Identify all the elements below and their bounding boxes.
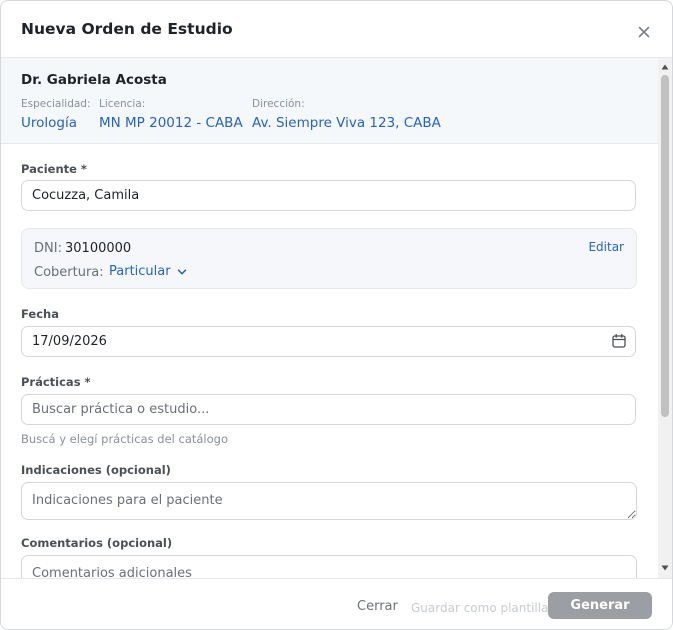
edit-patient-link[interactable]: Editar [588,240,624,254]
generate-order-button[interactable]: Generar orden [548,592,652,629]
indications-label: Indicaciones (opcional) [21,463,171,477]
address-value: Av. Siempre Viva 123, CABA [252,115,441,131]
doctor-card: Dr. Gabriela Acosta Especialidad: Urolog… [1,58,658,144]
dialog-body: Dr. Gabriela Acosta Especialidad: Urolog… [1,58,658,578]
dni-value: 30100000 [65,241,132,256]
scrollbar[interactable] [658,58,672,578]
coverage-value: Particular [109,264,171,279]
close-icon [638,26,650,38]
practices-search-input[interactable] [21,394,636,425]
doctor-name: Dr. Gabriela Acosta [21,72,167,88]
close-button[interactable] [635,23,653,41]
patient-info-card: DNI: 30100000 Editar Cobertura: Particul… [21,228,637,289]
dialog-title: Nueva Orden de Estudio [21,20,233,38]
dialog-header: Nueva Orden de Estudio [1,1,672,58]
specialty-value: Urología [21,115,77,131]
scroll-up-icon[interactable] [661,63,669,71]
calendar-icon [612,333,626,348]
patient-label: Paciente * [21,162,87,176]
coverage-label: Cobertura: [34,265,104,280]
date-input[interactable] [21,326,636,357]
indications-textarea[interactable] [21,482,637,520]
chevron-down-icon [177,268,186,274]
save-template-button[interactable]: Guardar como plantilla [411,601,548,615]
new-study-order-dialog: Nueva Orden de Estudio Dr. Gabriela Acos… [0,0,673,630]
comments-label: Comentarios (opcional) [21,536,173,550]
comments-textarea[interactable] [21,555,637,578]
scroll-thumb[interactable] [661,75,669,417]
license-label: Licencia: [99,98,146,110]
license-value: MN MP 20012 - CABA [99,115,243,131]
patient-input[interactable] [21,180,636,211]
scroll-down-icon[interactable] [661,564,669,572]
date-picker-button[interactable] [611,333,627,349]
coverage-select[interactable]: Particular [109,264,187,279]
date-label: Fecha [21,307,59,321]
dialog-footer: Cerrar Guardar como plantilla Generar or… [1,578,672,629]
cancel-button[interactable]: Cerrar [357,599,398,614]
address-label: Dirección: [252,98,305,110]
practices-helper-text: Buscá y elegí prácticas del catálogo [21,432,228,446]
dni-label: DNI: [34,241,62,256]
practices-label: Prácticas * [21,375,91,389]
specialty-label: Especialidad: [21,98,91,110]
